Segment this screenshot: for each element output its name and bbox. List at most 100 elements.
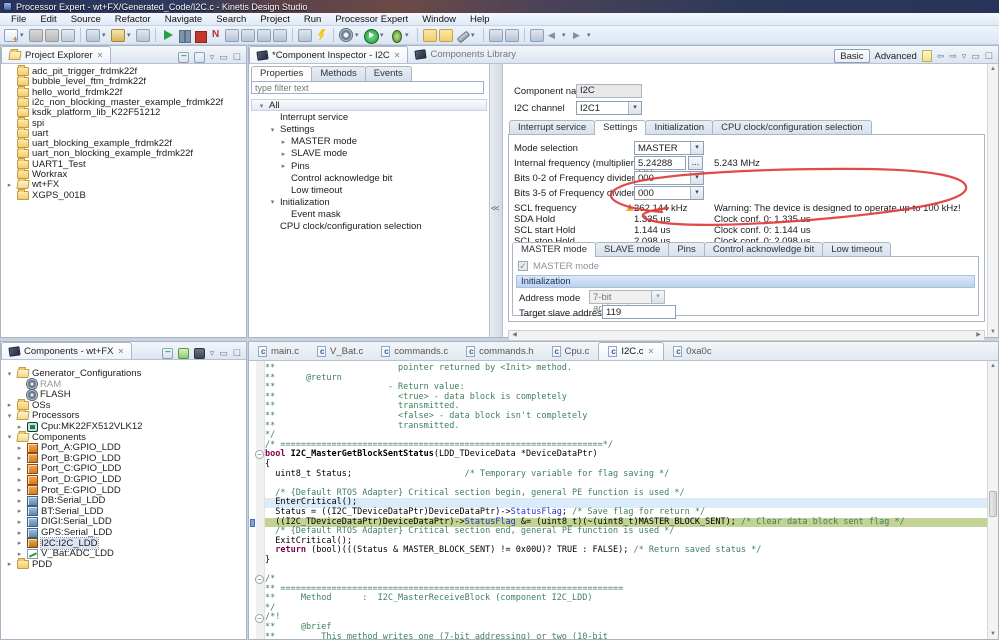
dropdown-arrow-icon[interactable]: ▾	[127, 31, 134, 39]
code-line[interactable]: }	[265, 556, 987, 566]
fold-minus-icon[interactable]: −	[255, 575, 264, 584]
code-line[interactable]: uint8_t Status; /* Temporary variable fo…	[265, 470, 987, 480]
address-mode-select[interactable]: 7-bit addressing▾	[589, 290, 665, 304]
tree-item-cpu-mk22fx512vlk12[interactable]: ▸Cpu:MK22FX512VLK12	[15, 421, 142, 432]
editor-tab-i2c-c[interactable]: I2C.c✕	[598, 342, 664, 360]
tree-item-all[interactable]: ▾All	[257, 100, 280, 111]
tree-arrow-icon[interactable]: ▾	[5, 412, 14, 420]
save-icon[interactable]	[29, 29, 43, 42]
master-mode-checkbox[interactable]: ✓	[518, 261, 528, 271]
menu-run[interactable]: Run	[297, 14, 328, 25]
menu-processor-expert[interactable]: Processor Expert	[328, 14, 415, 25]
tree-arrow-icon[interactable]: ▸	[15, 465, 24, 473]
editor-tab-cpu-c[interactable]: Cpu.c	[543, 342, 599, 360]
tree-item-port-d-gpio-ldd[interactable]: ▸Port_D:GPIO_LDD	[15, 474, 121, 485]
link-editor-icon[interactable]	[194, 52, 205, 63]
tree-item-digi-serial-ldd[interactable]: ▸DIGI:Serial_LDD	[15, 516, 112, 527]
menu-project[interactable]: Project	[253, 14, 297, 25]
tree-arrow-icon[interactable]: ▸	[15, 507, 24, 515]
dropdown-arrow-icon[interactable]: ▾	[471, 31, 478, 39]
chevron-down-icon[interactable]: ▾	[628, 102, 641, 114]
tab-component-inspector[interactable]: *Component Inspector - I2C ✕	[249, 46, 408, 63]
tree-arrow-icon[interactable]: ▾	[5, 433, 14, 441]
tree-arrow-icon[interactable]: ▸	[15, 518, 24, 526]
tree-item-xgps-001b[interactable]: XGPS_001B	[5, 190, 86, 201]
tree-item-low-timeout[interactable]: Low timeout	[279, 185, 342, 196]
tree-item-ram[interactable]: RAM	[15, 379, 61, 390]
view-menu-icon[interactable]: ▿	[210, 52, 215, 63]
mode-tab-pins[interactable]: Pins	[668, 242, 704, 257]
lastedit-icon[interactable]	[530, 29, 544, 42]
fwd-icon[interactable]	[571, 29, 585, 42]
close-icon[interactable]: ✕	[97, 51, 104, 60]
tree-item-slave-mode[interactable]: ▸SLAVE mode	[279, 148, 347, 159]
bolt-icon[interactable]	[314, 29, 328, 42]
ellipsis-button[interactable]: ...	[688, 156, 703, 170]
close-icon[interactable]: ✕	[118, 347, 125, 356]
subtab-events[interactable]: Events	[365, 66, 412, 81]
help-page-icon[interactable]	[922, 50, 932, 62]
target-slave-address-input[interactable]: 119	[602, 305, 676, 319]
tree-item-generator-configurations[interactable]: ▾Generator_Configurations	[5, 368, 141, 379]
tree-arrow-icon[interactable]: ▸	[279, 138, 288, 146]
gear-icon[interactable]	[339, 29, 353, 42]
tree-item-bt-serial-ldd[interactable]: ▸BT:Serial_LDD	[15, 506, 103, 517]
menu-source[interactable]: Source	[64, 14, 108, 25]
stepret-icon[interactable]	[257, 29, 271, 42]
code-line[interactable]: /* {Default RTOS Adapter} Critical secti…	[265, 489, 987, 499]
code-line[interactable]: /* {Default RTOS Adapter} Critical secti…	[265, 527, 987, 537]
menu-refactor[interactable]: Refactor	[108, 14, 158, 25]
dropdown-arrow-icon[interactable]: ▾	[355, 31, 362, 39]
minimize-icon[interactable]: ▭	[219, 52, 228, 63]
tree-item-processors[interactable]: ▾Processors	[5, 410, 80, 421]
tree-arrow-icon[interactable]: ▾	[5, 370, 14, 378]
scroll-right-icon[interactable]: ▶	[973, 331, 984, 340]
view-menu-icon[interactable]: ▿	[962, 51, 967, 62]
chevron-down-icon[interactable]: ▾	[690, 172, 703, 184]
chevron-down-icon[interactable]: ▾	[690, 187, 703, 199]
editor-tab-0xa0c[interactable]: 0xa0c	[664, 342, 720, 360]
menu-file[interactable]: File	[4, 14, 33, 25]
select-bits-0-2-of-frequency-divider-register[interactable]: 000▾	[634, 171, 704, 185]
chevron-down-icon[interactable]: ▾	[651, 291, 664, 303]
dropdown-arrow-icon[interactable]: ▾	[20, 31, 27, 39]
annprev-icon[interactable]	[489, 29, 503, 42]
tree-arrow-icon[interactable]: ▾	[268, 126, 277, 134]
tree-arrow-icon[interactable]: ▸	[5, 560, 14, 568]
tree-arrow-icon[interactable]: ▾	[268, 198, 277, 206]
tree-item-cpu-clock-configuration-selection[interactable]: CPU clock/configuration selection	[268, 221, 422, 232]
tree-arrow-icon[interactable]: ▸	[15, 423, 24, 431]
generate-code-icon[interactable]	[178, 348, 189, 359]
maximize-icon[interactable]: ☐	[985, 51, 993, 62]
saveall-icon[interactable]	[45, 29, 59, 42]
menu-help[interactable]: Help	[463, 14, 497, 25]
tree-item-gps-serial-ldd[interactable]: ▸GPS:Serial_LDD	[15, 527, 112, 538]
tree-arrow-icon[interactable]: ▸	[15, 454, 24, 462]
close-icon[interactable]: ✕	[648, 347, 655, 356]
tree-arrow-icon[interactable]: ▸	[15, 539, 24, 547]
back-icon[interactable]: ⇦	[937, 51, 945, 62]
editor-tab-main-c[interactable]: main.c	[249, 342, 308, 360]
tree-item-port-c-gpio-ldd[interactable]: ▸Port_C:GPIO_LDD	[15, 463, 121, 474]
select-bits-3-5-of-frequency-divider-register[interactable]: 000▾	[634, 186, 704, 200]
editor-scrollbar[interactable]: ▲ ▼	[987, 361, 998, 639]
dropdown-arrow-icon[interactable]: ▾	[380, 31, 387, 39]
code-line[interactable]: return (bool)(((Status & MASTER_BLOCK_SE…	[265, 546, 987, 556]
back-icon[interactable]	[546, 29, 560, 42]
tree-arrow-icon[interactable]: ▾	[257, 102, 266, 110]
mode-tab-slave-mode[interactable]: SLAVE mode	[595, 242, 669, 257]
tab-project-explorer[interactable]: Project Explorer ✕	[1, 46, 111, 63]
tree-item-pdd[interactable]: ▸PDD	[5, 559, 52, 570]
tree-arrow-icon[interactable]: ▸	[15, 476, 24, 484]
tree-arrow-icon[interactable]: ▸	[5, 181, 14, 189]
relaunch-icon[interactable]	[209, 29, 223, 42]
maximize-icon[interactable]: ☐	[233, 348, 241, 359]
basic-button[interactable]: Basic	[834, 49, 869, 63]
stop-icon[interactable]	[193, 29, 207, 42]
menu-search[interactable]: Search	[209, 14, 253, 25]
scroll-up-icon[interactable]: ▲	[988, 64, 998, 74]
filter-input[interactable]	[251, 81, 484, 94]
form-tab-cpu-clock-configuration-selection[interactable]: CPU clock/configuration selection	[712, 120, 872, 135]
tree-arrow-icon[interactable]: ▸	[15, 444, 24, 452]
dropdown-arrow-icon[interactable]: ▾	[587, 31, 594, 39]
